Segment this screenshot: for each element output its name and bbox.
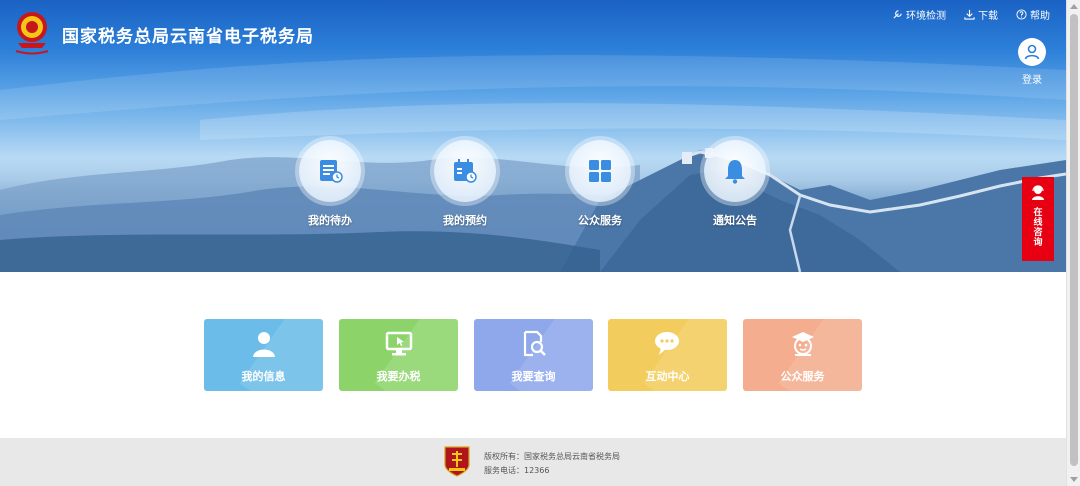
hero-item-appointment[interactable]: 我的预约	[420, 140, 510, 228]
public-service-circle	[569, 140, 631, 202]
footer-text: 版权所有：国家税务总局云南省税务局 服务电话：12366	[484, 450, 620, 478]
hero-item-notice[interactable]: 通知公告	[690, 140, 780, 228]
consult-char: 在	[1033, 208, 1043, 218]
download-label: 下载	[978, 11, 998, 22]
mascot-icon	[791, 332, 814, 356]
consult-text: 在 线 咨 询	[1022, 208, 1054, 248]
hero-banner: 国家税务总局云南省电子税务局 环境检测 下载 帮助 登录 我的待办 我的预约 公…	[0, 0, 1066, 272]
card-label: 我要办税	[376, 370, 421, 383]
login-button[interactable]: 登录	[1016, 38, 1048, 86]
hero-item-public-service[interactable]: 公众服务	[555, 140, 645, 228]
footer: 版权所有：国家税务总局云南省税务局 服务电话：12366	[0, 438, 1066, 486]
help-link[interactable]: 帮助	[1016, 7, 1050, 22]
help-icon	[1016, 9, 1027, 20]
card-label: 我的信息	[241, 370, 286, 383]
bell-icon	[725, 160, 745, 184]
chat-icon	[654, 332, 679, 355]
card-public-service[interactable]: 公众服务	[743, 319, 862, 391]
env-check-label: 环境检测	[906, 11, 946, 22]
card-label: 我要查询	[511, 370, 556, 383]
scroll-up-arrow[interactable]	[1070, 4, 1078, 9]
scroll-down-arrow[interactable]	[1070, 477, 1078, 482]
scroll-thumb[interactable]	[1070, 14, 1078, 466]
login-label: 登录	[1022, 75, 1042, 86]
consult-char: 询	[1033, 238, 1043, 248]
service-phone: 服务电话：12366	[484, 466, 550, 475]
card-label: 互动中心	[645, 370, 690, 383]
appointment-circle	[434, 140, 496, 202]
hero-item-todo[interactable]: 我的待办	[285, 140, 375, 228]
monitor-icon	[385, 331, 412, 356]
search-doc-icon	[523, 330, 546, 357]
calendar-icon	[454, 159, 477, 183]
vertical-scrollbar[interactable]	[1066, 0, 1080, 486]
card-query[interactable]: 我要查询	[474, 319, 593, 391]
top-links: 环境检测 下载 帮助	[892, 7, 1050, 22]
avatar	[1018, 38, 1046, 66]
online-consult-tab[interactable]: 在 线 咨 询	[1022, 177, 1054, 261]
user-icon	[252, 332, 275, 357]
notice-circle	[704, 140, 766, 202]
download-link[interactable]: 下载	[964, 7, 998, 22]
help-label: 帮助	[1030, 11, 1050, 22]
tax-badge-icon	[444, 446, 470, 477]
hero-item-label: 公众服务	[578, 214, 622, 227]
consult-char: 咨	[1033, 228, 1043, 238]
hero-item-label: 我的预约	[443, 214, 487, 227]
card-tax-filing[interactable]: 我要办税	[339, 319, 458, 391]
card-label: 公众服务	[780, 370, 825, 383]
user-icon	[1024, 44, 1040, 60]
tax-emblem-logo	[15, 12, 49, 55]
wrench-icon	[893, 10, 902, 19]
hero-item-label: 通知公告	[713, 214, 757, 227]
hero-item-label: 我的待办	[308, 214, 352, 227]
card-my-info[interactable]: 我的信息	[204, 319, 323, 391]
consult-char: 线	[1033, 218, 1043, 228]
copyright-text: 版权所有：国家税务总局云南省税务局	[484, 452, 620, 461]
card-interaction-center[interactable]: 互动中心	[608, 319, 727, 391]
grid-icon	[589, 160, 611, 182]
customer-service-icon	[1032, 185, 1044, 200]
site-title: 国家税务总局云南省电子税务局	[62, 27, 314, 47]
todo-circle	[299, 140, 361, 202]
env-check-link[interactable]: 环境检测	[892, 7, 946, 22]
download-icon	[964, 9, 975, 20]
todo-icon	[320, 160, 343, 183]
